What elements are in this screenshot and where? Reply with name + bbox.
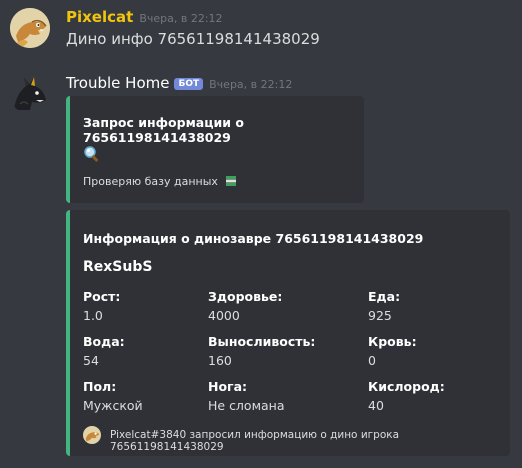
- field-name: Кровь:: [368, 334, 417, 349]
- field-name: Еда:: [368, 289, 401, 304]
- field-name: Пол:: [83, 379, 117, 394]
- field-value: Мужской: [83, 398, 143, 413]
- magnifier-icon: [83, 145, 101, 163]
- embed-dino-info: Информация о динозавре 76561198141438029…: [66, 210, 510, 456]
- field-value: 925: [368, 308, 392, 323]
- field-name: Нога:: [208, 379, 248, 394]
- message-header: Trouble Home БОТ Вчера, в 22:12: [66, 74, 292, 92]
- timestamp: Вчера, в 22:12: [209, 78, 293, 91]
- bot-avatar[interactable]: [10, 74, 50, 114]
- field-value: Не сломана: [208, 398, 285, 413]
- message-trouble-home: Trouble Home БОТ Вчера, в 22:12 Запрос инф…: [0, 64, 522, 468]
- message-header: Pixelcat Вчера, в 22:12: [66, 8, 223, 26]
- field-name: Выносливость:: [208, 334, 316, 349]
- lizard-avatar-icon: [10, 8, 50, 48]
- embed-request: Запрос информации о 76561198141438029 Пр…: [66, 96, 364, 203]
- user-avatar[interactable]: [10, 8, 50, 48]
- field-value: 54: [83, 353, 99, 368]
- field-name: Вода:: [83, 334, 125, 349]
- field-value: 160: [208, 353, 232, 368]
- field-value: 40: [368, 398, 384, 413]
- embed-title: Запрос информации о 76561198141438029: [83, 115, 244, 145]
- author-name[interactable]: Trouble Home: [66, 74, 169, 92]
- field-name: Кислород:: [368, 379, 445, 394]
- field-value: 4000: [208, 308, 240, 323]
- embed-text: Проверяю базу данных: [83, 175, 237, 188]
- message-text: Дино инфо 76561198141438029: [66, 30, 320, 48]
- books-icon: [225, 175, 237, 187]
- field-value: 1.0: [83, 308, 103, 323]
- dino-name: RexSubS: [83, 259, 153, 275]
- embed-footer: Pixelcat#3840 запросил информацию о дино…: [110, 429, 400, 453]
- field-name: Здоровье:: [208, 289, 283, 304]
- bot-badge: БОТ: [174, 78, 204, 90]
- author-name[interactable]: Pixelcat: [66, 8, 133, 26]
- embed-description: Проверяю базу данных: [83, 175, 218, 188]
- timestamp: Вчера, в 22:12: [139, 12, 223, 25]
- field-name: Рост:: [83, 289, 121, 304]
- dragon-avatar-icon: [10, 74, 50, 114]
- footer-avatar-icon: [83, 426, 101, 444]
- embed-title: Информация о динозавре 76561198141438029: [83, 231, 424, 246]
- field-value: 0: [368, 353, 376, 368]
- message-pixelcat: Pixelcat Вчера, в 22:12 Дино инфо 7656119…: [0, 0, 522, 60]
